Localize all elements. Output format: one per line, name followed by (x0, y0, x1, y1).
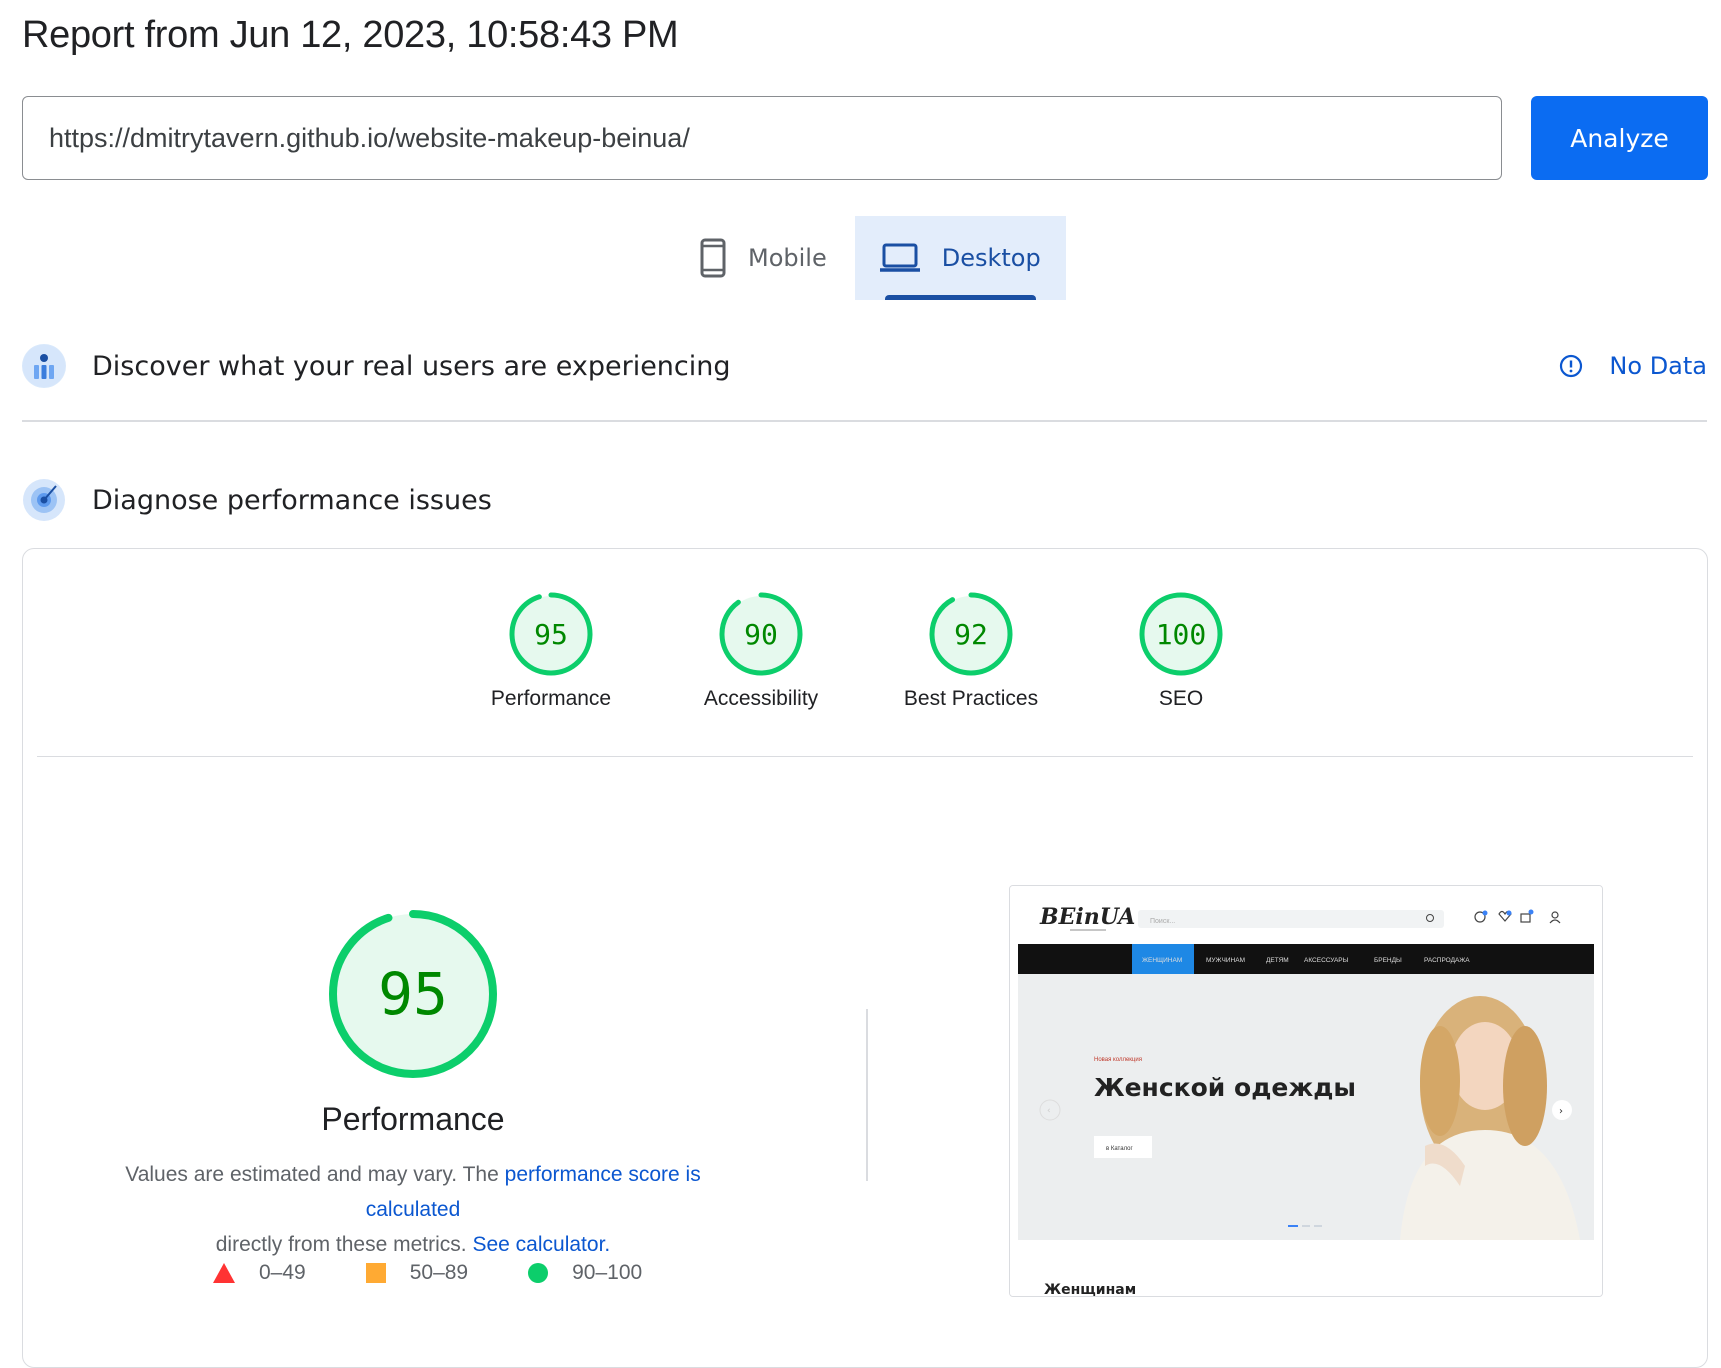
hero-dot-active (1288, 1225, 1298, 1227)
desc-text: Values are estimated and may vary. The (125, 1163, 499, 1186)
gauge-label: Accessibility (703, 687, 819, 710)
diagnose-section: Diagnose performance issues (22, 478, 1707, 522)
performance-score: 95 (378, 960, 448, 1028)
users-chart-icon (22, 344, 66, 388)
legend-pass: 90–100 (528, 1261, 642, 1285)
gauge-value: 100 (1156, 618, 1207, 651)
url-input[interactable] (22, 96, 1502, 180)
tab-desktop[interactable]: Desktop (854, 216, 1066, 300)
legend-range: 50–89 (409, 1261, 469, 1284)
active-tab-indicator (884, 295, 1036, 300)
section-heading: Женщинам (1044, 1282, 1136, 1296)
svg-text:‹: ‹ (1047, 1106, 1051, 1116)
site-search-placeholder: Поиск... (1150, 918, 1175, 925)
crux-title: Discover what your real users are experi… (92, 350, 731, 382)
site-logo: BEinUA (1039, 904, 1135, 930)
no-data-link[interactable]: No Data (1559, 352, 1707, 380)
performance-gauge: 95 (323, 904, 503, 1084)
hero-kicker: Новая коллекция (1094, 1057, 1142, 1063)
desc-text: directly from these metrics. (215, 1233, 467, 1256)
gauge-value: 95 (534, 618, 568, 651)
gauge-label: Best Practices (903, 687, 1039, 710)
tab-desktop-label: Desktop (941, 244, 1041, 272)
site-nav-item: МУЖЧИНАМ (1206, 957, 1245, 964)
crux-section: Discover what your real users are experi… (22, 344, 1707, 388)
radar-icon (22, 478, 66, 522)
legend-average: 50–89 (365, 1261, 469, 1285)
gauge-performance[interactable]: 95 Performance (451, 591, 651, 711)
diagnose-title: Diagnose performance issues (92, 484, 492, 516)
score-legend: 0–49 50–89 90–100 (213, 1261, 702, 1285)
smartphone-icon (700, 238, 726, 278)
laptop-icon (879, 243, 920, 272)
tab-mobile-label: Mobile (748, 244, 827, 272)
no-data-label: No Data (1609, 352, 1707, 380)
gauge-value: 92 (954, 618, 988, 651)
card-divider (37, 756, 1693, 757)
lighthouse-card: 95 Performance 90 Accessibility 92 Best … (22, 548, 1708, 1368)
gauge-value: 90 (744, 618, 778, 651)
tab-mobile[interactable]: Mobile (672, 216, 855, 300)
site-search-box (1138, 910, 1444, 928)
section-divider (22, 420, 1707, 422)
device-tabs: Mobile Desktop (672, 216, 1066, 300)
see-calculator-link[interactable]: See calculator. (472, 1233, 610, 1256)
page-screenshot: BEinUA Поиск... ЖЕНЩИНАМ МУЖЧИНАМ ДЕТЯМ (1009, 885, 1603, 1297)
gauge-label: Performance (490, 687, 612, 710)
performance-label: Performance (321, 1101, 505, 1137)
gauge-accessibility[interactable]: 90 Accessibility (661, 591, 861, 711)
report-title: Report from Jun 12, 2023, 10:58:43 PM (22, 14, 679, 56)
svg-text:›: › (1559, 1106, 1563, 1117)
site-nav-item: ЖЕНЩИНАМ (1142, 957, 1182, 964)
site-nav-item: РАСПРОДАЖА (1424, 957, 1470, 964)
gauge-seo[interactable]: 100 SEO (1081, 591, 1281, 711)
performance-description: Values are estimated and may vary. The p… (83, 1157, 743, 1262)
site-nav-item: БРЕНДЫ (1374, 957, 1402, 964)
gauge-best-practices[interactable]: 92 Best Practices (871, 591, 1071, 711)
site-nav-item: АКСЕССУАРЫ (1304, 957, 1349, 964)
legend-range: 0–49 (259, 1261, 306, 1284)
analyze-button[interactable]: Analyze (1531, 96, 1708, 180)
gauge-label: SEO (1158, 687, 1204, 710)
vertical-divider (866, 1009, 868, 1181)
hero-headline: Женской одежды (1094, 1073, 1356, 1102)
legend-range: 90–100 (572, 1261, 643, 1284)
info-icon (1560, 354, 1583, 378)
circle-icon (528, 1263, 549, 1283)
site-nav-item: ДЕТЯМ (1266, 957, 1289, 964)
hero-cta-label: в Каталог (1106, 1146, 1133, 1152)
legend-fail: 0–49 (213, 1261, 306, 1285)
square-icon (365, 1263, 386, 1283)
triangle-icon (213, 1263, 235, 1283)
